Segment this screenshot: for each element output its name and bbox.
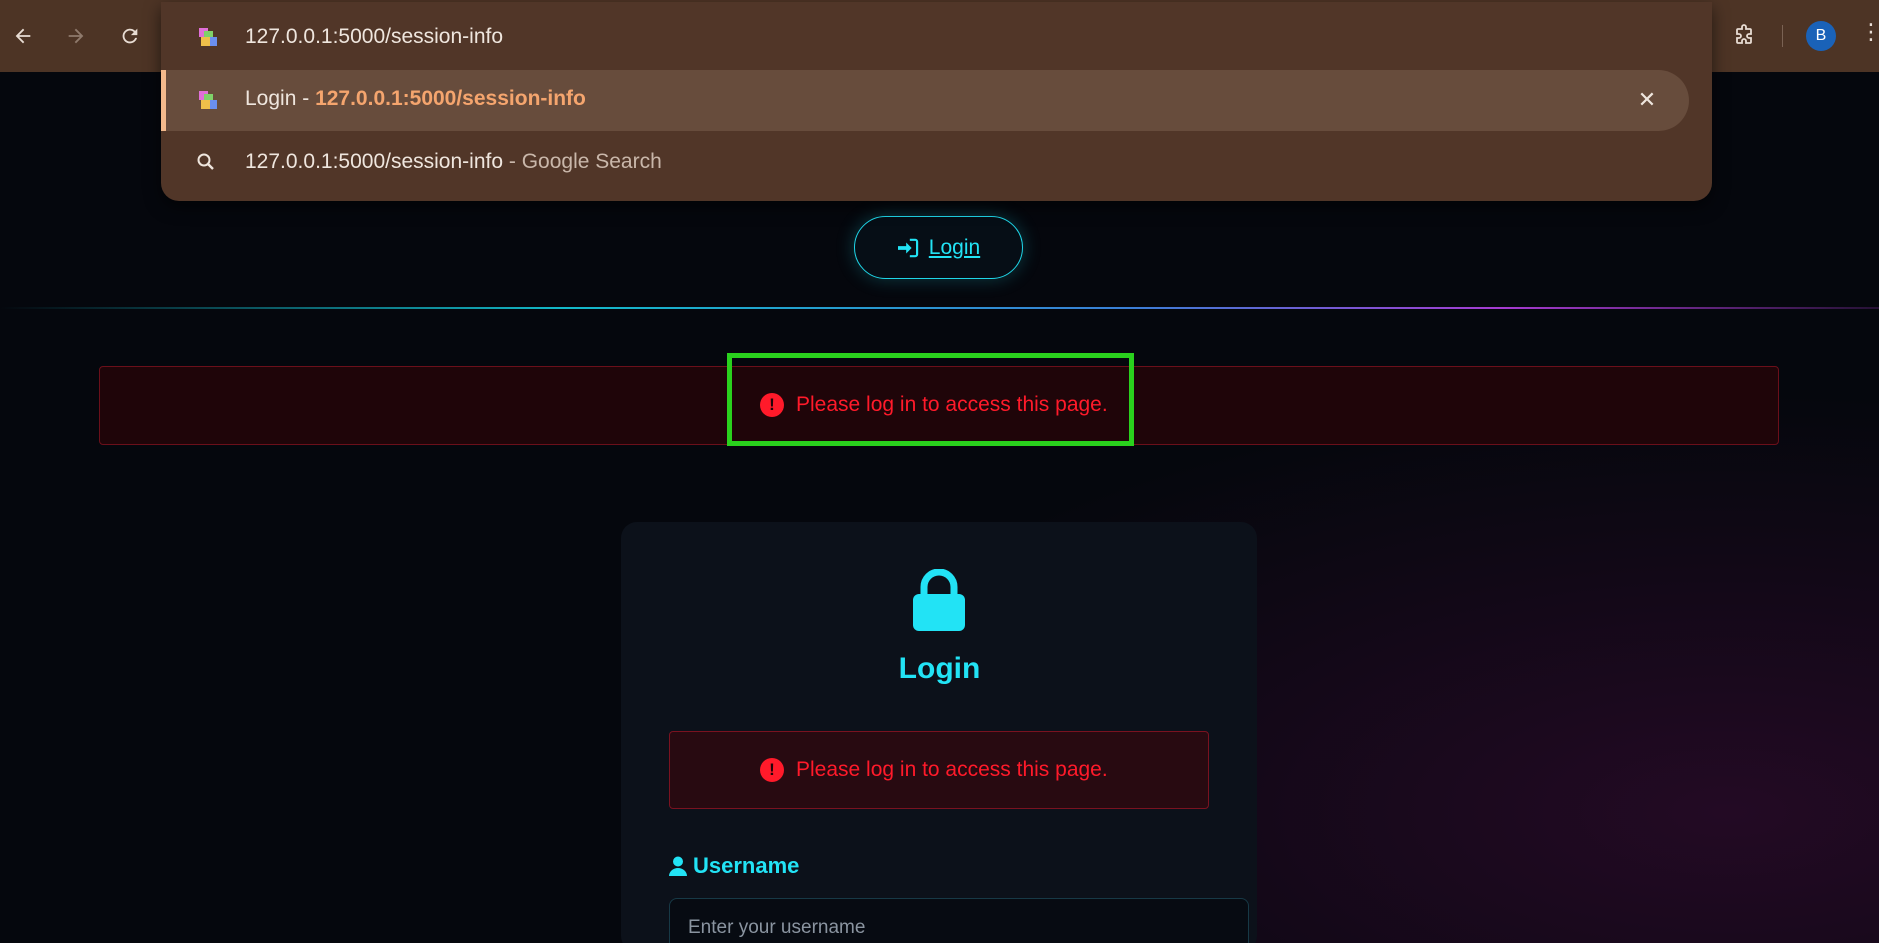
puzzle-icon xyxy=(1736,24,1752,44)
suggestion-title: Login xyxy=(245,87,297,110)
header-login-button[interactable]: Login xyxy=(854,216,1023,279)
back-arrow-icon xyxy=(15,28,31,44)
omnibox-dropdown: 127.0.0.1:5000/session-info Login - 127.… xyxy=(161,2,1712,201)
extensions-button[interactable] xyxy=(1726,18,1762,54)
user-icon xyxy=(669,856,687,876)
forward-arrow-icon xyxy=(68,28,84,44)
search-suffix: - Google Search xyxy=(503,150,662,173)
search-suggestion-label: 127.0.0.1:5000/session-info - Google Sea… xyxy=(245,150,662,174)
card-flash-alert-content: ! Please log in to access this page. xyxy=(760,755,1108,785)
back-button[interactable] xyxy=(5,18,41,54)
suggestion-url: 127.0.0.1:5000/session-info xyxy=(315,87,586,110)
header-login-label: Login xyxy=(928,235,981,259)
sign-in-icon xyxy=(897,238,918,257)
username-input[interactable] xyxy=(669,898,1249,943)
header-divider xyxy=(0,307,1879,309)
site-favicon-icon xyxy=(199,28,217,46)
reload-icon xyxy=(122,28,138,44)
search-icon xyxy=(197,153,214,170)
omnibox-suggestion-history[interactable]: Login - 127.0.0.1:5000/session-info ✕ xyxy=(161,70,1689,131)
address-bar-text[interactable]: 127.0.0.1:5000/session-info xyxy=(245,25,503,49)
lock-icon xyxy=(913,569,965,631)
site-favicon-icon xyxy=(199,91,217,109)
login-card-title: Login xyxy=(898,652,981,685)
highlight-annotation-box xyxy=(727,353,1134,446)
omnibox-suggestion-search[interactable]: 127.0.0.1:5000/session-info - Google Sea… xyxy=(161,142,1712,182)
remove-suggestion-close-icon[interactable]: ✕ xyxy=(1629,82,1665,118)
suggestion-separator: - xyxy=(296,87,316,110)
toolbar-separator xyxy=(1782,25,1783,47)
card-flash-alert-text: Please log in to access this page. xyxy=(796,758,1108,781)
profile-avatar[interactable]: B xyxy=(1806,21,1836,51)
reload-button[interactable] xyxy=(112,18,148,54)
username-label: Username xyxy=(669,852,799,880)
exclamation-circle-icon: ! xyxy=(760,758,784,782)
menu-kebab-icon[interactable]: ⋮ xyxy=(1860,20,1879,45)
username-label-text: Username xyxy=(693,853,800,878)
forward-button[interactable] xyxy=(58,18,94,54)
suggestion-selected-accent xyxy=(161,70,166,131)
address-bar[interactable]: 127.0.0.1:5000/session-info xyxy=(161,14,1712,60)
search-query: 127.0.0.1:5000/session-info xyxy=(245,150,504,173)
suggestion-label: Login - 127.0.0.1:5000/session-info xyxy=(245,87,586,111)
